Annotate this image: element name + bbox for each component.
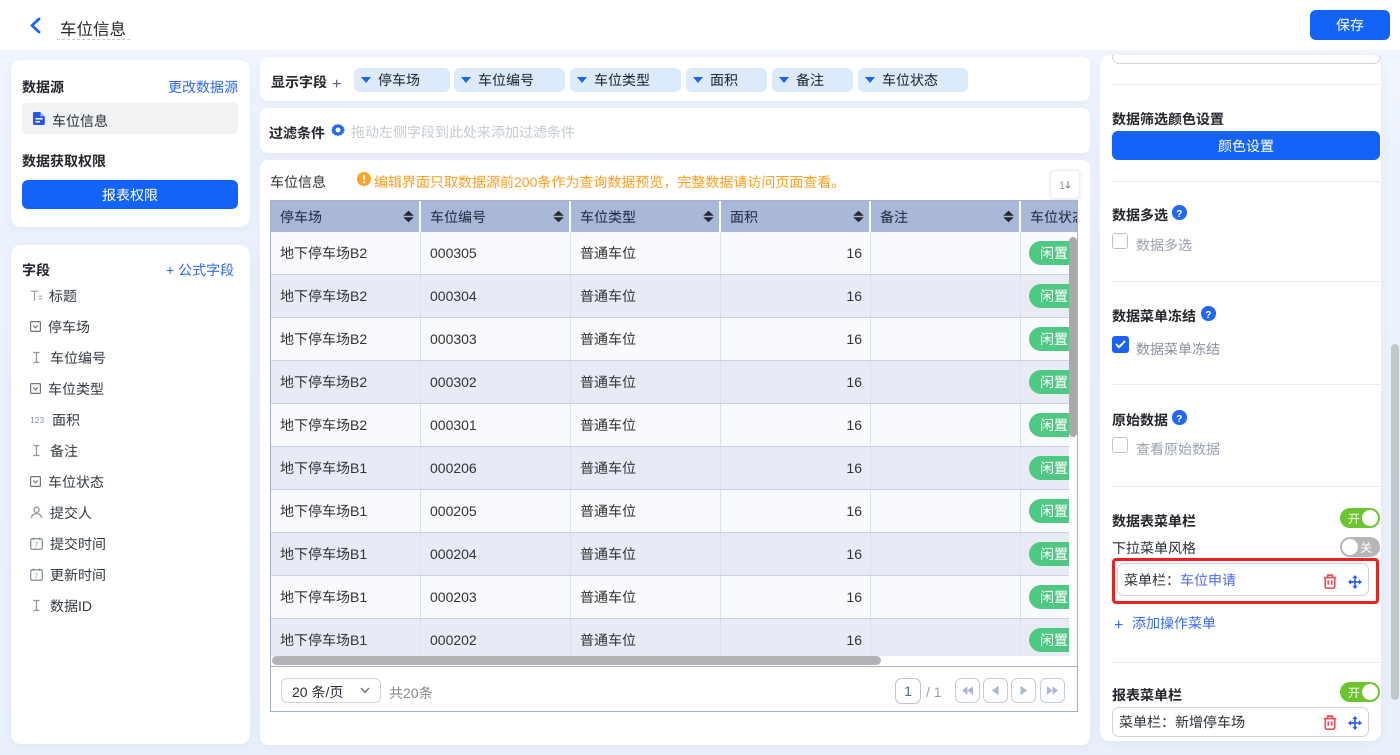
svg-text:123: 123	[30, 415, 44, 425]
svg-text:7: 7	[34, 573, 38, 580]
svg-text:1: 1	[1059, 180, 1065, 192]
svg-text:7: 7	[34, 542, 38, 549]
